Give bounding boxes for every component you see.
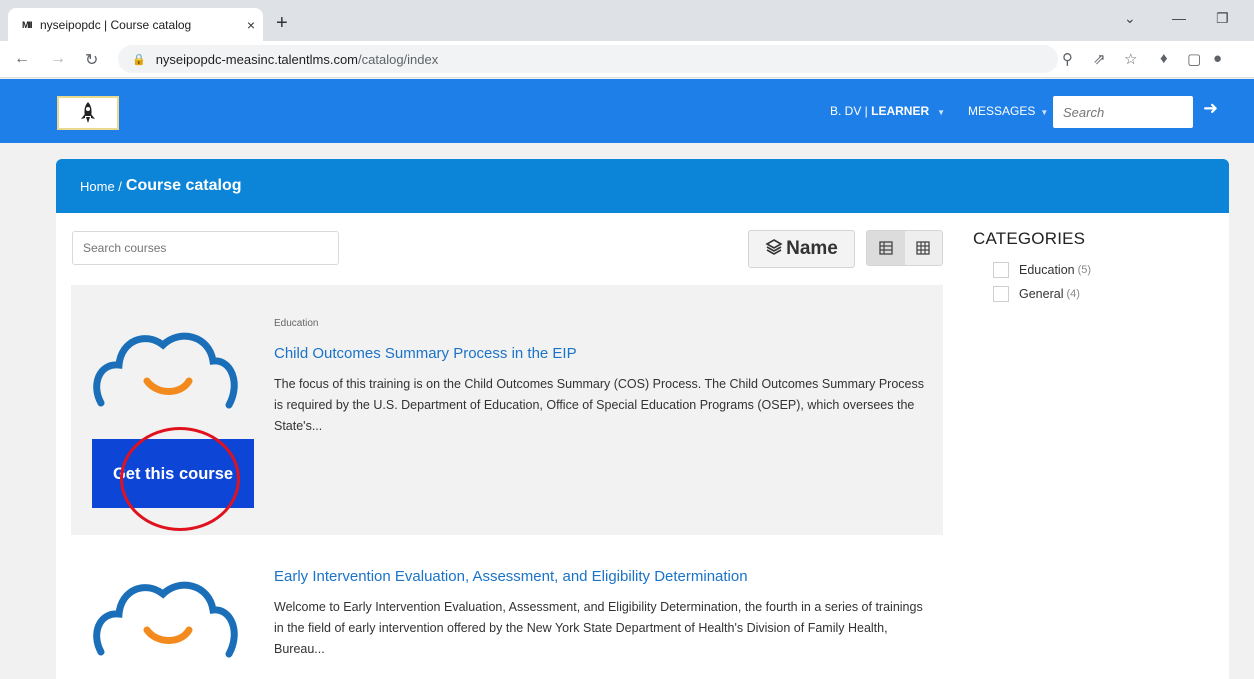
bookmark-star-icon[interactable]: ☆ xyxy=(1124,50,1137,68)
course-title[interactable]: Early Intervention Evaluation, Assessmen… xyxy=(274,568,748,585)
share-icon[interactable]: ⇗ xyxy=(1093,50,1106,68)
extensions-puzzle-icon[interactable]: ♦ xyxy=(1160,50,1168,67)
page-title: Course catalog xyxy=(125,177,242,194)
key-icon[interactable]: ⚲ xyxy=(1062,50,1073,68)
new-tab-button[interactable]: + xyxy=(276,12,288,35)
course-category: Education xyxy=(274,318,319,329)
category-item-general[interactable]: General (4) xyxy=(993,286,1091,302)
forward-arrow-icon[interactable]: → xyxy=(50,50,66,68)
header-search-input[interactable] xyxy=(1053,96,1193,128)
course-description: The focus of this training is on the Chi… xyxy=(274,377,924,433)
caret-down-icon: ▼ xyxy=(1040,108,1049,117)
messages-label: MESSAGES xyxy=(968,104,1036,118)
search-courses-input[interactable] xyxy=(72,231,339,265)
browser-tab[interactable]: MII nyseipopdc | Course catalog × xyxy=(8,8,263,41)
category-name: General xyxy=(1019,287,1064,301)
category-count: (4) xyxy=(1066,288,1080,300)
minimize-icon[interactable]: — xyxy=(1172,10,1186,26)
list-view-icon[interactable] xyxy=(867,231,905,265)
tab-search-chevron-icon[interactable]: ⌄ xyxy=(1124,10,1136,27)
category-name: Education xyxy=(1019,263,1075,277)
rocket-icon xyxy=(81,102,95,123)
profile-avatar-icon[interactable]: ● xyxy=(1213,50,1222,67)
browser-toolbar: ← → ↻ 🔒 nyseipopdc-measinc.talentlms.com… xyxy=(0,41,1254,78)
category-checkbox[interactable] xyxy=(993,286,1009,302)
user-menu[interactable]: B. DV | LEARNER ▼ xyxy=(830,104,945,118)
view-toggle xyxy=(866,230,943,266)
course-item: Early Intervention Evaluation, Assessmen… xyxy=(71,552,943,679)
course-item: Get this course Education Child Outcomes… xyxy=(71,285,943,535)
sort-name-button[interactable]: Name xyxy=(748,230,855,268)
course-title[interactable]: Child Outcomes Summary Process in the EI… xyxy=(274,345,577,362)
breadcrumb: Home / Course catalog xyxy=(56,159,1229,213)
logout-icon[interactable]: ➜ xyxy=(1203,98,1218,119)
catalog-card: Home / Course catalog Name Get this cour… xyxy=(56,159,1229,679)
course-description: Welcome to Early Intervention Evaluation… xyxy=(274,600,923,656)
url-path: /catalog/index xyxy=(358,51,439,67)
category-item-education[interactable]: Education (5) xyxy=(993,262,1091,278)
category-count: (5) xyxy=(1077,264,1092,276)
lock-icon: 🔒 xyxy=(132,53,146,66)
category-checkbox[interactable] xyxy=(993,262,1009,278)
course-cloud-smile-icon[interactable] xyxy=(89,323,239,418)
browser-tab-bar: MII nyseipopdc | Course catalog × + ⌄ — … xyxy=(0,0,1254,41)
side-panel-icon[interactable]: ▢ xyxy=(1187,50,1201,68)
caret-down-icon: ▼ xyxy=(937,108,946,117)
grid-view-icon[interactable] xyxy=(905,231,943,265)
reload-icon[interactable]: ↻ xyxy=(85,50,98,70)
back-arrow-icon[interactable]: ← xyxy=(14,50,30,68)
course-cloud-smile-icon[interactable] xyxy=(89,572,239,667)
user-role: LEARNER xyxy=(871,104,930,118)
messages-menu[interactable]: MESSAGES ▼ xyxy=(968,104,1048,118)
restore-window-icon[interactable]: ❐ xyxy=(1216,10,1229,27)
categories-panel: CATEGORIES Education (5) General (4) xyxy=(973,229,1091,310)
tab-close-icon[interactable]: × xyxy=(239,17,263,33)
user-name: B. DV | xyxy=(830,104,872,118)
layers-icon xyxy=(765,238,783,261)
app-header: B. DV | LEARNER ▼ MESSAGES ▼ ➜ xyxy=(0,79,1254,143)
url-host: nyseipopdc-measinc.talentlms.com xyxy=(155,51,359,67)
address-bar[interactable]: 🔒 nyseipopdc-measinc.talentlms.com/catal… xyxy=(118,45,1058,73)
site-favicon-icon: MII xyxy=(22,19,33,30)
breadcrumb-home[interactable]: Home / xyxy=(80,179,122,194)
categories-title: CATEGORIES xyxy=(973,229,1086,248)
tab-title: nyseipopdc | Course catalog xyxy=(40,17,192,32)
site-logo[interactable] xyxy=(57,96,119,130)
sort-label: Name xyxy=(786,238,838,259)
annotation-circle xyxy=(120,427,240,531)
